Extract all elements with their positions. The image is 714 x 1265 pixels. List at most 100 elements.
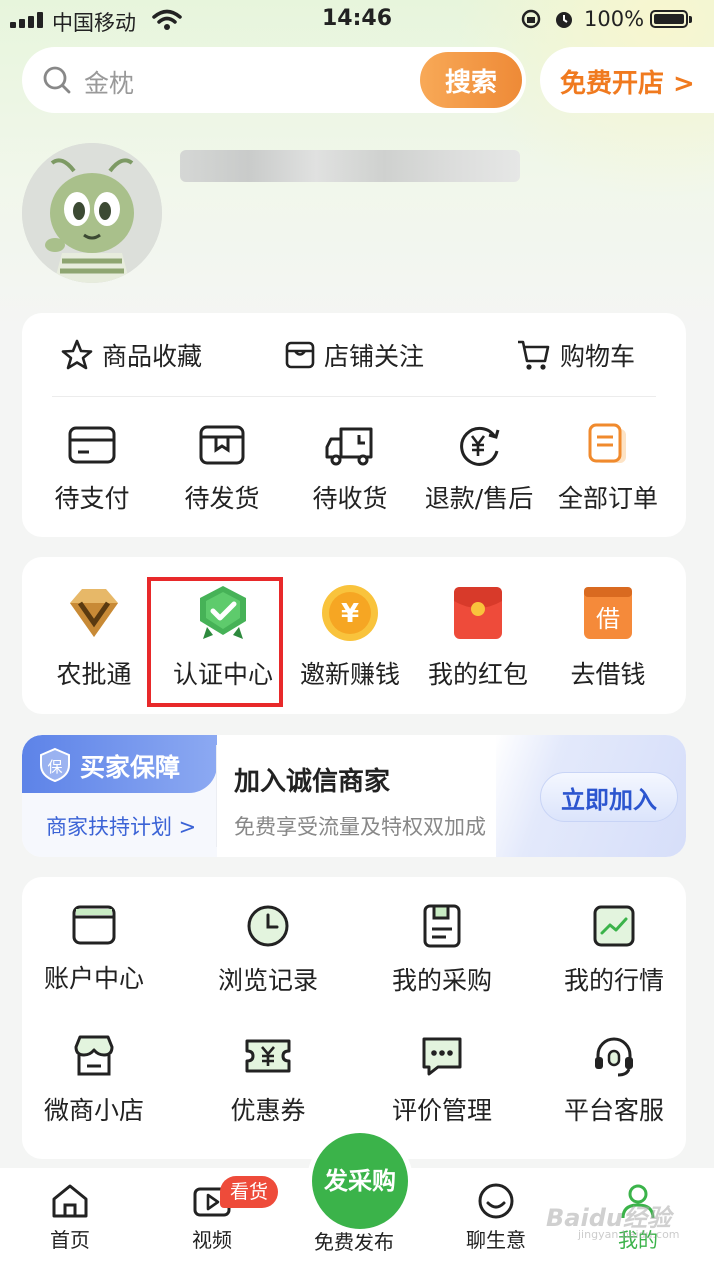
quick-link-label: 商品收藏 xyxy=(102,342,203,371)
clock-icon xyxy=(247,905,289,947)
orders-card: 商品收藏 店铺关注 购物车 待支付 待发货 待收货 退款/售后 全部订单 xyxy=(22,313,686,537)
svg-text:¥: ¥ xyxy=(341,599,359,629)
buyer-protection-tab: 保 买家保障 xyxy=(22,735,217,793)
order-all[interactable]: 全部订单 xyxy=(552,423,664,515)
order-label: 待支付 xyxy=(54,484,130,513)
service-red-packet[interactable]: 我的红包 xyxy=(420,583,536,691)
join-now-button[interactable]: 立即加入 xyxy=(540,772,678,822)
coupon-icon xyxy=(245,1039,291,1073)
service-borrow-money[interactable]: 借 去借钱 xyxy=(556,583,660,691)
tool-label: 优惠券 xyxy=(230,1096,306,1125)
tool-review-management[interactable]: 评价管理 xyxy=(372,1033,512,1127)
tool-label: 我的行情 xyxy=(563,966,664,995)
order-pending-payment[interactable]: 待支付 xyxy=(42,423,142,515)
tool-customer-service[interactable]: 平台客服 xyxy=(544,1033,684,1127)
purchase-book-icon xyxy=(423,904,461,948)
open-store-label: 免费开店 > xyxy=(560,69,695,99)
tool-account-center[interactable]: 账户中心 xyxy=(24,903,164,995)
tools-card: 账户中心 浏览记录 我的采购 我的行情 微商小店 优惠券 评价管理 平台客服 xyxy=(22,877,686,1159)
service-label: 邀新赚钱 xyxy=(299,660,400,689)
tool-label: 评价管理 xyxy=(391,1096,492,1125)
star-icon xyxy=(61,339,93,370)
banner-subtitle: 免费享受流量及特权双加成 xyxy=(234,815,486,839)
vip-diamond-icon xyxy=(70,589,118,637)
shop-icon xyxy=(74,1035,114,1076)
divider xyxy=(216,745,217,847)
home-icon xyxy=(52,1184,88,1218)
tool-my-purchases[interactable]: 我的采购 xyxy=(372,903,512,997)
alarm-icon xyxy=(556,12,572,28)
cart-icon xyxy=(518,340,550,370)
order-pending-shipment[interactable]: 待发货 xyxy=(172,423,272,515)
delivery-truck-icon xyxy=(325,427,373,466)
tab-chat-business[interactable]: 聊生意 xyxy=(446,1182,546,1253)
quick-link-favorites[interactable]: 商品收藏 xyxy=(60,333,202,377)
battery-icon xyxy=(650,10,692,28)
tool-coupons[interactable]: 优惠券 xyxy=(198,1033,338,1127)
service-label: 农批通 xyxy=(56,660,132,689)
svg-text:借: 借 xyxy=(596,605,620,633)
order-label: 待发货 xyxy=(184,484,260,513)
quick-link-cart[interactable]: 购物车 xyxy=(516,333,635,377)
package-icon xyxy=(199,425,245,465)
wallet-icon xyxy=(68,426,116,464)
loan-icon: 借 xyxy=(584,587,632,639)
red-packet-icon xyxy=(454,587,502,639)
tool-my-market[interactable]: 我的行情 xyxy=(544,903,684,997)
tool-label: 微商小店 xyxy=(43,1096,144,1125)
refund-icon xyxy=(460,426,500,466)
smile-chat-icon xyxy=(478,1183,514,1219)
status-bar: 中国移动 14:46 100% xyxy=(0,0,714,40)
orders-list-icon xyxy=(588,423,626,463)
account-wallet-icon xyxy=(72,905,116,945)
avatar[interactable] xyxy=(22,143,162,283)
search-button[interactable]: 搜索 xyxy=(420,52,522,108)
service-label: 我的红包 xyxy=(427,660,528,689)
store-icon xyxy=(285,341,315,369)
order-label: 全部订单 xyxy=(557,484,658,513)
svg-text:保: 保 xyxy=(47,758,62,776)
coin-icon: ¥ xyxy=(322,585,378,641)
tab-label: 视频 xyxy=(192,1228,232,1252)
headset-icon xyxy=(595,1037,633,1077)
chat-bubble-icon xyxy=(422,1037,462,1076)
tab-label: 聊生意 xyxy=(466,1228,526,1252)
search-placeholder: 金枕 xyxy=(84,69,135,98)
tool-label: 浏览记录 xyxy=(217,966,318,995)
blurred-username xyxy=(180,150,520,182)
mascot-avatar-icon xyxy=(22,143,162,283)
service-invite-earn[interactable]: ¥ 邀新赚钱 xyxy=(294,583,406,691)
divider xyxy=(52,396,656,397)
tool-browsing-history[interactable]: 浏览记录 xyxy=(198,903,338,997)
order-refund-aftersale[interactable]: 退款/售后 xyxy=(414,423,544,515)
highlight-box xyxy=(147,577,283,707)
service-nongpitong[interactable]: 农批通 xyxy=(42,583,146,691)
merchant-support-link[interactable]: 商家扶持计划 > xyxy=(46,811,196,841)
order-label: 退款/售后 xyxy=(424,484,534,513)
publish-purchase-button[interactable]: 发采购 xyxy=(307,1128,413,1234)
video-badge: 看货 xyxy=(220,1176,279,1208)
battery-percent: 100% xyxy=(584,7,645,31)
search-bar[interactable]: 金枕 搜索 xyxy=(22,47,526,113)
buyer-protection-label: 买家保障 xyxy=(80,753,181,782)
tab-label: 首页 xyxy=(50,1228,90,1252)
tab-home[interactable]: 首页 xyxy=(20,1182,120,1253)
quick-link-followed-stores[interactable]: 店铺关注 xyxy=(284,333,424,377)
tool-label: 平台客服 xyxy=(563,1096,664,1125)
watermark-url: jingyan.baidu.com xyxy=(578,1228,680,1241)
search-icon xyxy=(43,66,71,94)
tool-label: 账户中心 xyxy=(43,964,144,993)
service-label: 去借钱 xyxy=(570,660,646,689)
buyer-protection-banner[interactable]: 保 买家保障 商家扶持计划 > 加入诚信商家 免费享受流量及特权双加成 立即加入 xyxy=(22,735,686,857)
trend-chart-icon xyxy=(593,905,635,947)
services-card: 农批通 认证中心 ¥ 邀新赚钱 我的红包 借 去借钱 xyxy=(22,557,686,714)
quick-link-label: 店铺关注 xyxy=(324,342,425,371)
tool-micro-store[interactable]: 微商小店 xyxy=(24,1033,164,1127)
shield-icon: 保 xyxy=(40,747,70,783)
banner-title: 加入诚信商家 xyxy=(234,767,391,797)
rotation-lock-icon xyxy=(521,9,541,29)
quick-link-label: 购物车 xyxy=(560,342,636,371)
tool-label: 我的采购 xyxy=(391,966,492,995)
open-store-button[interactable]: 免费开店 > xyxy=(540,47,714,113)
order-pending-receipt[interactable]: 待收货 xyxy=(300,423,400,515)
